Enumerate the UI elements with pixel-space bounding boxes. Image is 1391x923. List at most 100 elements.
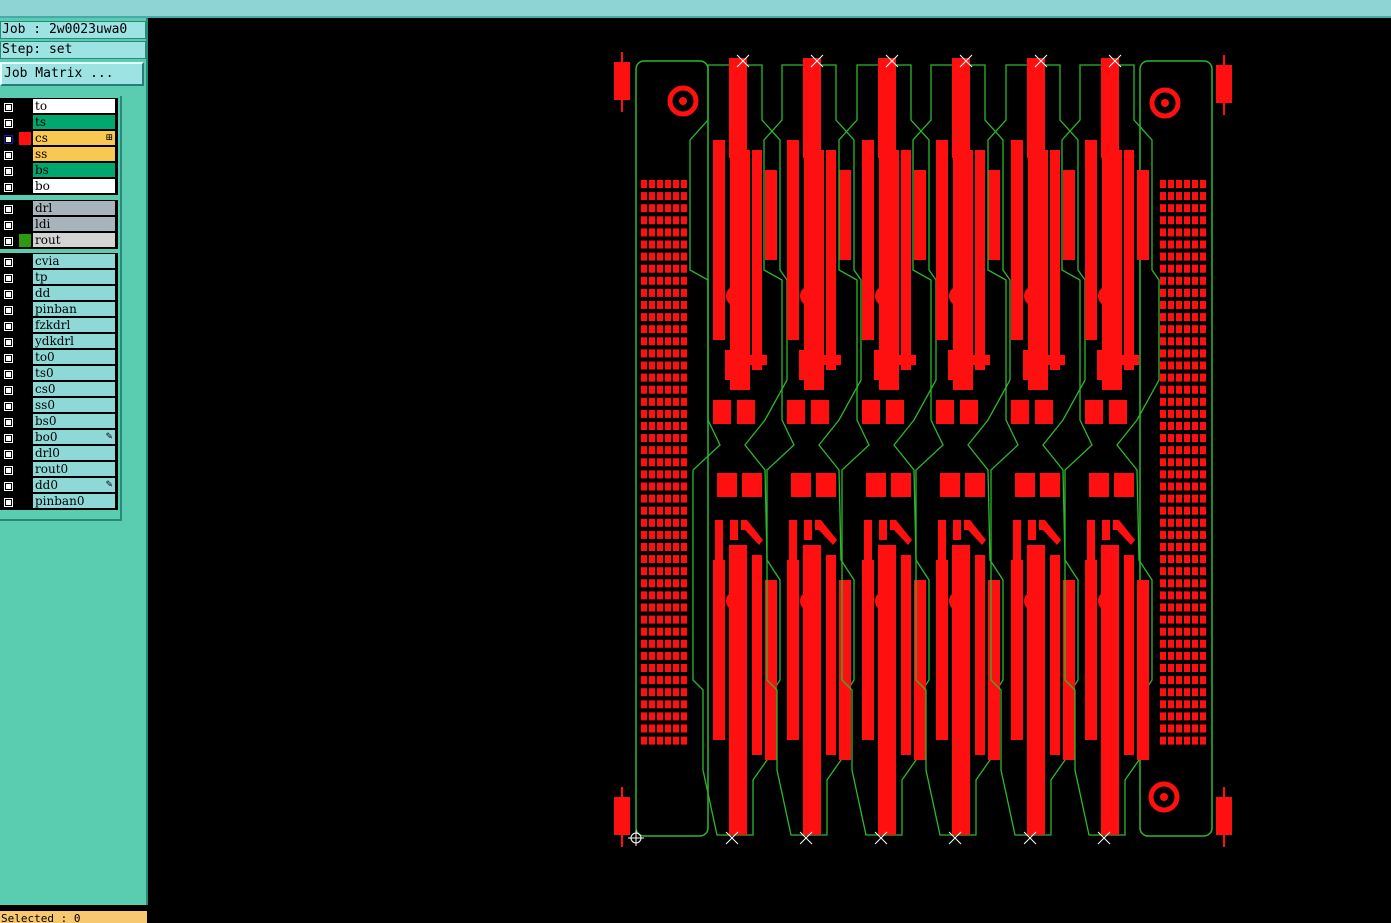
thieving-grid-right xyxy=(1184,385,1190,394)
layer-color-swatch[interactable] xyxy=(19,463,31,476)
thieving-grid-left xyxy=(665,192,671,201)
layer-visibility-checkbox[interactable] xyxy=(3,481,14,492)
layer-color-swatch[interactable] xyxy=(19,271,31,284)
layer-row-ts0[interactable]: ts0 xyxy=(0,366,118,381)
layer-visibility-checkbox[interactable] xyxy=(3,401,14,412)
layer-row-to[interactable]: to xyxy=(0,99,118,114)
layer-row-dd0[interactable]: dd0 ✎ xyxy=(0,478,118,493)
layer-row-ts[interactable]: ts xyxy=(0,115,118,130)
layer-color-swatch[interactable] xyxy=(19,234,31,247)
layer-color-swatch[interactable] xyxy=(19,351,31,364)
layer-color-swatch[interactable] xyxy=(19,319,31,332)
layer-row-rout[interactable]: rout xyxy=(0,233,118,248)
via-pad xyxy=(875,591,895,611)
layer-color-swatch[interactable] xyxy=(19,218,31,231)
layer-row-bo[interactable]: bo xyxy=(0,179,118,194)
layer-color-swatch[interactable] xyxy=(19,479,31,492)
layer-color-swatch[interactable] xyxy=(19,367,31,380)
layer-visibility-checkbox[interactable] xyxy=(3,182,14,193)
layer-name: cs0 xyxy=(33,382,115,396)
layer-row-pinban0[interactable]: pinban0 xyxy=(0,494,118,509)
layer-visibility-checkbox[interactable] xyxy=(3,385,14,396)
layer-color-swatch[interactable] xyxy=(19,303,31,316)
layer-visibility-checkbox[interactable] xyxy=(3,305,14,316)
thieving-grid-left xyxy=(641,337,647,346)
thieving-grid-left xyxy=(665,434,671,443)
layer-color-swatch[interactable] xyxy=(19,132,31,145)
layer-visibility-checkbox[interactable] xyxy=(3,449,14,460)
pcb-view[interactable] xyxy=(148,18,1391,905)
layer-visibility-checkbox[interactable] xyxy=(3,118,14,129)
thieving-grid-left xyxy=(681,676,687,685)
layer-row-drl[interactable]: drl xyxy=(0,201,118,216)
layer-color-swatch[interactable] xyxy=(19,116,31,129)
layer-row-ldi[interactable]: ldi xyxy=(0,217,118,232)
layer-visibility-checkbox[interactable] xyxy=(3,417,14,428)
layer-visibility-checkbox[interactable] xyxy=(3,257,14,268)
layer-visibility-checkbox[interactable] xyxy=(3,204,14,215)
layer-visibility-checkbox[interactable] xyxy=(3,220,14,231)
layer-visibility-checkbox[interactable] xyxy=(3,369,14,380)
thieving-grid-right xyxy=(1184,639,1190,648)
layer-row-fzkdrl[interactable]: fzkdrl xyxy=(0,318,118,333)
layer-color-swatch[interactable] xyxy=(19,399,31,412)
layer-row-bs0[interactable]: bs0 xyxy=(0,414,118,429)
layer-row-bs[interactable]: bs xyxy=(0,163,118,178)
layer-row-drl0[interactable]: drl0 xyxy=(0,446,118,461)
thieving-grid-left xyxy=(649,591,655,600)
layer-row-dd[interactable]: dd xyxy=(0,286,118,301)
layer-row-cs[interactable]: cs ⊞ xyxy=(0,131,118,146)
layer-visibility-checkbox[interactable] xyxy=(3,465,14,476)
layer-visibility-checkbox[interactable] xyxy=(3,497,14,508)
layer-color-swatch[interactable] xyxy=(19,202,31,215)
thieving-grid-right xyxy=(1200,252,1206,261)
layer-row-ydkdrl[interactable]: ydkdrl xyxy=(0,334,118,349)
layer-color-swatch[interactable] xyxy=(19,383,31,396)
layer-color-swatch[interactable] xyxy=(19,148,31,161)
layer-visibility-checkbox[interactable] xyxy=(3,166,14,177)
layer-visibility-checkbox[interactable] xyxy=(3,150,14,161)
layer-row-bo0[interactable]: bo0 ✎ xyxy=(0,430,118,445)
layer-color-swatch[interactable] xyxy=(19,447,31,460)
trace-stub xyxy=(1013,520,1021,560)
layer-color-swatch[interactable] xyxy=(19,495,31,508)
thieving-grid-right xyxy=(1168,397,1174,406)
layer-visibility-checkbox[interactable] xyxy=(3,236,14,247)
thieving-grid-left xyxy=(649,470,655,479)
layer-color-swatch[interactable] xyxy=(19,415,31,428)
thieving-grid-right xyxy=(1192,422,1198,430)
trace-left xyxy=(713,140,725,340)
layer-color-swatch[interactable] xyxy=(19,431,31,444)
layer-visibility-checkbox[interactable] xyxy=(3,353,14,364)
thieving-grid-right xyxy=(1184,555,1190,564)
layer-color-swatch[interactable] xyxy=(19,164,31,177)
layer-row-rout0[interactable]: rout0 xyxy=(0,462,118,477)
thieving-grid-left xyxy=(641,349,647,358)
thieving-grid-right xyxy=(1168,446,1174,455)
thieving-grid-left xyxy=(673,325,679,334)
thieving-grid-right xyxy=(1168,470,1174,479)
layer-visibility-checkbox[interactable] xyxy=(3,337,14,348)
job-matrix-button[interactable]: Job Matrix ... xyxy=(0,62,144,86)
layer-visibility-checkbox[interactable] xyxy=(3,289,14,300)
layer-row-ss[interactable]: ss xyxy=(0,147,118,162)
layer-color-swatch[interactable] xyxy=(19,287,31,300)
layer-row-tp[interactable]: tp xyxy=(0,270,118,285)
layer-visibility-checkbox[interactable] xyxy=(3,321,14,332)
thieving-grid-right xyxy=(1160,313,1166,322)
graphics-canvas[interactable] xyxy=(148,18,1391,905)
layer-visibility-checkbox[interactable] xyxy=(3,433,14,444)
layer-row-to0[interactable]: to0 xyxy=(0,350,118,365)
layer-visibility-checkbox[interactable] xyxy=(3,102,14,113)
layer-color-swatch[interactable] xyxy=(19,180,31,193)
layer-row-cvia[interactable]: cvia xyxy=(0,254,118,269)
layer-row-ss0[interactable]: ss0 xyxy=(0,398,118,413)
layer-visibility-checkbox[interactable] xyxy=(3,273,14,284)
layer-visibility-checkbox[interactable] xyxy=(3,134,14,145)
layer-color-swatch[interactable] xyxy=(19,335,31,348)
layer-row-pinban[interactable]: pinban xyxy=(0,302,118,317)
via-pad xyxy=(1098,286,1118,306)
layer-row-cs0[interactable]: cs0 xyxy=(0,382,118,397)
layer-color-swatch[interactable] xyxy=(19,255,31,268)
layer-color-swatch[interactable] xyxy=(19,100,31,113)
